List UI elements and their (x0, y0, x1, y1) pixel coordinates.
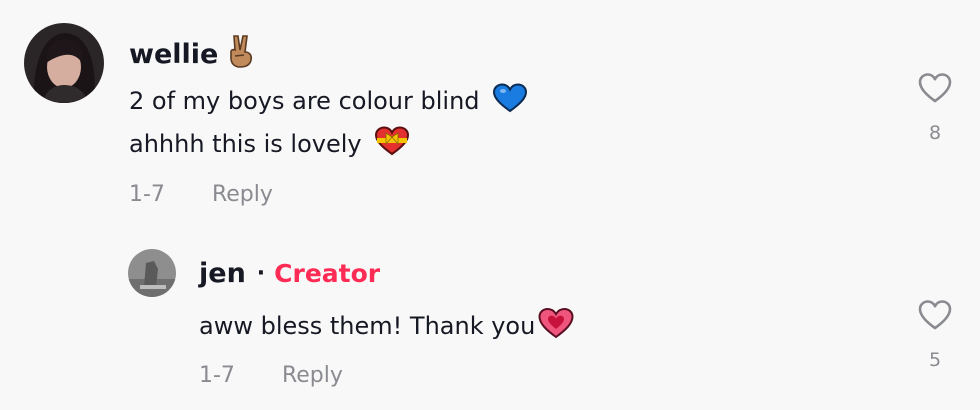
reply-button[interactable]: Reply (212, 182, 273, 207)
creator-badge: Creator (274, 259, 381, 288)
comment-meta: 1-7 Reply (129, 182, 273, 207)
comment-username[interactable]: wellie (129, 34, 254, 75)
victory-hand-emoji (228, 34, 254, 75)
heart-ribbon-emoji (374, 126, 410, 162)
avatar[interactable] (128, 249, 176, 297)
comment-date: 1-7 (199, 363, 235, 388)
comment-text: aww bless them! Thank you (199, 312, 536, 340)
separator-dot: · (256, 261, 266, 286)
comment-text: ahhhh this is lovely (129, 130, 362, 158)
like-count: 8 (928, 122, 942, 144)
avatar[interactable] (24, 23, 104, 103)
like-button[interactable]: 8 (905, 72, 965, 144)
heart-outline-icon[interactable] (917, 72, 953, 104)
blue-heart-emoji (492, 83, 528, 119)
comment-text-line: aww bless them! Thank you (199, 307, 575, 345)
username-text[interactable]: wellie (129, 39, 218, 70)
username-text[interactable]: jen (199, 258, 246, 289)
comment-meta: 1-7 Reply (199, 363, 343, 388)
comment-text: 2 of my boys are colour blind (129, 87, 480, 115)
comment-text-line: 2 of my boys are colour blind (129, 83, 528, 119)
heart-outline-icon[interactable] (917, 299, 953, 331)
like-button[interactable]: 5 (905, 299, 965, 371)
reply-username[interactable]: jen · Creator (199, 258, 380, 289)
comment-date: 1-7 (129, 182, 165, 207)
like-count: 5 (928, 349, 942, 371)
comment-text-line: ahhhh this is lovely (129, 126, 410, 162)
reply-button[interactable]: Reply (282, 363, 343, 388)
sparkling-heart-emoji (537, 307, 575, 345)
